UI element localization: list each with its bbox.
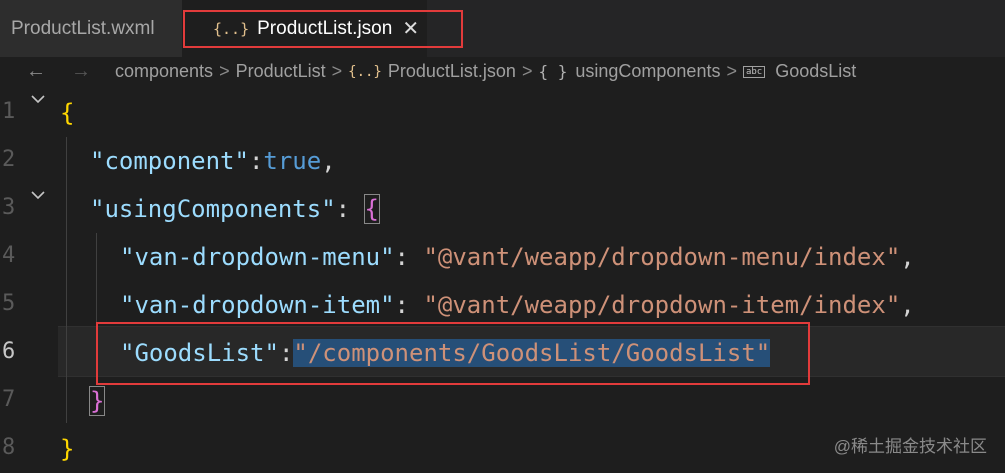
breadcrumb-item-goodslist[interactable]: GoodsList (775, 61, 856, 82)
line-number: 8 (2, 435, 16, 460)
json-string: "@vant/weapp/dropdown-item/index" (423, 291, 901, 319)
brace-open-matched: { (363, 194, 381, 224)
breadcrumb-separator: > (521, 61, 533, 81)
line-number: 4 (2, 243, 16, 268)
chevron-down-icon[interactable] (30, 93, 46, 105)
json-file-icon: {..} (348, 63, 382, 80)
code-line-5: "van-dropdown-item": "@vant/weapp/dropdo… (120, 281, 915, 329)
tab-productlist-wxml[interactable]: ProductList.wxml (0, 0, 182, 57)
back-arrow-icon[interactable]: ← (26, 60, 46, 83)
code-line-4: "van-dropdown-menu": "@vant/weapp/dropdo… (120, 233, 915, 281)
json-file-icon: {..} (213, 19, 250, 38)
breadcrumb-item-file[interactable]: ProductList.json (388, 61, 516, 82)
brace-open: { (60, 99, 75, 127)
forward-arrow-icon[interactable]: → (71, 60, 91, 83)
watermark: @稀土掘金技术社区 (833, 437, 987, 456)
chevron-down-icon[interactable] (30, 189, 46, 201)
tab-bar: ProductList.wxml {..} ProductList.json ✕ (0, 0, 1005, 57)
breadcrumb-item-productlist[interactable]: ProductList (236, 61, 326, 82)
colon: : (248, 147, 264, 175)
object-icon: { } (538, 62, 568, 81)
breadcrumb-separator: > (219, 61, 230, 81)
code-editor[interactable]: 1 2 3 4 5 6 7 8 { "component":true, "usi… (0, 89, 1005, 471)
line-number: 2 (2, 147, 16, 172)
breadcrumb-bar: ← → components > ProductList > {..} Prod… (0, 57, 1005, 89)
comma: , (321, 147, 336, 175)
code-line-3: "usingComponents": { (90, 185, 381, 233)
code-line-6: "GoodsList":"/components/GoodsList/Goods… (120, 329, 771, 377)
json-key: "component" (90, 147, 249, 175)
json-key: "van-dropdown-menu" (120, 243, 395, 271)
line-number: 1 (2, 99, 16, 124)
json-key: "van-dropdown-item" (120, 291, 395, 319)
breadcrumb-separator: > (331, 61, 343, 81)
comma: , (900, 291, 915, 319)
code-line-2: "component":true, (90, 137, 336, 185)
json-boolean: true (263, 147, 322, 175)
breadcrumb: components > ProductList > {..} ProductL… (115, 61, 856, 82)
indent-guide (66, 137, 67, 423)
indent-guide (96, 233, 97, 377)
json-key: "usingComponents" (90, 195, 336, 223)
json-key: "GoodsList" (120, 339, 279, 367)
line-number: 5 (2, 291, 16, 316)
breadcrumb-item-usingcomponents[interactable]: usingComponents (575, 61, 720, 82)
line-number-current: 6 (2, 339, 16, 364)
tab-label: ProductList.wxml (11, 17, 155, 39)
colon: : (394, 291, 424, 319)
string-icon: abc (742, 65, 766, 78)
comma: , (900, 243, 915, 271)
tab-productlist-json[interactable]: {..} ProductList.json ✕ (182, 0, 427, 57)
brace-close: } (60, 435, 75, 463)
selected-json-string: "/components/GoodsList/GoodsList" (293, 339, 771, 367)
breadcrumb-separator: > (726, 61, 737, 81)
brace-close-matched: } (88, 386, 106, 416)
tab-label: ProductList.json (257, 17, 393, 39)
code-line-8: } (60, 425, 74, 473)
close-icon[interactable]: ✕ (402, 16, 419, 41)
code-line-7: } (88, 377, 106, 425)
line-number: 3 (2, 195, 16, 220)
colon: : (335, 195, 365, 223)
breadcrumb-item-components[interactable]: components (115, 61, 213, 82)
json-string: "@vant/weapp/dropdown-menu/index" (423, 243, 901, 271)
colon: : (394, 243, 424, 271)
colon: : (278, 339, 294, 367)
line-number: 7 (2, 387, 16, 412)
code-line-1: { (60, 89, 74, 137)
